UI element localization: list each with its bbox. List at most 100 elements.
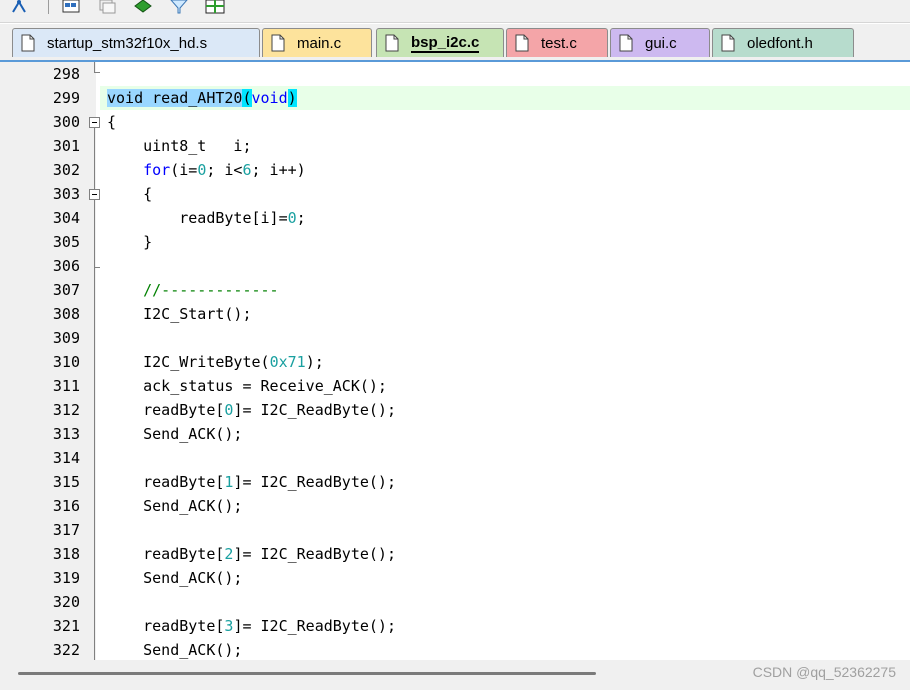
code-line: readByte[2]= I2C_ReadByte(); xyxy=(107,542,396,566)
tab-test-c[interactable]: test.c xyxy=(506,28,608,57)
fold-toggle[interactable] xyxy=(89,189,100,200)
bracket-highlight: ( xyxy=(242,89,252,107)
line-number: 311 xyxy=(52,377,80,395)
code-line: { xyxy=(107,185,153,203)
tab-label: bsp_i2c.c xyxy=(411,33,480,53)
tab-startup-stm32f10x-hd-s[interactable]: startup_stm32f10x_hd.s xyxy=(12,28,260,57)
code-text: readByte[i]= xyxy=(107,209,288,227)
hierarchy-icon[interactable] xyxy=(8,0,30,14)
tab-label: test.c xyxy=(541,34,577,52)
file-icon xyxy=(619,34,633,52)
line-number: 309 xyxy=(52,329,80,347)
line-number: 320 xyxy=(52,593,80,611)
fold-line xyxy=(94,588,95,660)
line-number: 300 xyxy=(52,113,80,131)
line-number: 298 xyxy=(52,65,80,83)
code-text: ]= I2C_ReadByte(); xyxy=(233,401,396,419)
code-text: I2C_WriteByte( xyxy=(107,353,270,371)
watermark: CSDN @qq_52362275 xyxy=(752,664,896,680)
file-icon xyxy=(385,34,399,52)
code-editor[interactable]: 298 299 300 301 302 303 304 305 306 307 … xyxy=(0,62,910,660)
line-number: 299 xyxy=(52,89,80,107)
line-number: 321 xyxy=(52,617,80,635)
file-icon xyxy=(271,34,285,52)
bottom-bar: CSDN @qq_52362275 xyxy=(0,660,910,690)
line-number: 315 xyxy=(52,473,80,491)
code-text: ); xyxy=(305,353,324,371)
line-number: 301 xyxy=(52,137,80,155)
toolbar-separator xyxy=(48,0,49,14)
line-number: 303 xyxy=(52,185,80,203)
filter-icon[interactable] xyxy=(168,0,190,14)
line-number: 306 xyxy=(52,257,80,275)
code-line: I2C_WriteByte(0x71); xyxy=(107,350,324,374)
file-tab-bar: startup_stm32f10x_hd.s main.c bsp_i2c.c … xyxy=(0,24,910,62)
line-number: 310 xyxy=(52,353,80,371)
code-line: ack_status = Receive_ACK(); xyxy=(107,377,387,395)
file-icon xyxy=(721,34,735,52)
diamond-icon[interactable] xyxy=(132,0,154,14)
code-line: readByte[i]=0; xyxy=(107,206,306,230)
code-line: I2C_Start(); xyxy=(107,305,252,323)
line-number: 313 xyxy=(52,425,80,443)
number-literal: 6 xyxy=(242,161,252,179)
fold-end xyxy=(94,267,100,268)
fold-toggle[interactable] xyxy=(89,117,100,128)
toolbar xyxy=(0,0,910,23)
keyword: void xyxy=(251,89,288,107)
code-line: uint8_t i; xyxy=(107,137,252,155)
line-number: 316 xyxy=(52,497,80,515)
line-number: 319 xyxy=(52,569,80,587)
code-text: readByte[ xyxy=(107,617,225,635)
line-number: 305 xyxy=(52,233,80,251)
line-number: 322 xyxy=(52,641,80,659)
tab-oledfont-h[interactable]: oledfont.h xyxy=(712,28,854,57)
code-text: ; xyxy=(296,209,306,227)
tab-label: oledfont.h xyxy=(747,34,813,52)
code-text: ]= I2C_ReadByte(); xyxy=(233,545,396,563)
tab-gui-c[interactable]: gui.c xyxy=(610,28,710,57)
code-text: ]= I2C_ReadByte(); xyxy=(233,617,396,635)
number-literal: 0 xyxy=(197,161,207,179)
grid-icon[interactable] xyxy=(204,0,226,14)
bracket-highlight: ) xyxy=(287,89,297,107)
code-line: Send_ACK(); xyxy=(107,641,243,659)
tab-label: main.c xyxy=(297,34,342,52)
code-text: ; i++) xyxy=(251,161,306,179)
code-text: (i= xyxy=(170,161,198,179)
window-icon[interactable] xyxy=(60,0,82,14)
code-text: readByte[ xyxy=(107,473,225,491)
file-icon xyxy=(21,34,35,52)
code-line: readByte[0]= I2C_ReadByte(); xyxy=(107,398,396,422)
code-line: } xyxy=(107,233,153,251)
selected-text: void read_AHT20 xyxy=(107,89,243,107)
tab-label: startup_stm32f10x_hd.s xyxy=(47,34,208,52)
code-line: Send_ACK(); xyxy=(107,569,243,587)
code-line: for(i=0; i<6; i++) xyxy=(107,158,306,182)
fold-line xyxy=(94,62,95,72)
number-literal: 0x71 xyxy=(269,353,306,371)
code-line: Send_ACK(); xyxy=(107,425,243,443)
line-number: 307 xyxy=(52,281,80,299)
code-text: readByte[ xyxy=(107,401,225,419)
line-number: 318 xyxy=(52,545,80,563)
line-number: 314 xyxy=(52,449,80,467)
tab-bsp-i2c-c[interactable]: bsp_i2c.c xyxy=(376,28,504,57)
code-text: ]= I2C_ReadByte(); xyxy=(233,473,396,491)
tab-main-c[interactable]: main.c xyxy=(262,28,372,57)
line-number: 304 xyxy=(52,209,80,227)
code-text: readByte[ xyxy=(107,545,225,563)
number-literal: 0 xyxy=(287,209,297,227)
line-number: 308 xyxy=(52,305,80,323)
fold-end xyxy=(94,72,100,73)
code-line: readByte[1]= I2C_ReadByte(); xyxy=(107,470,396,494)
code-text: ; i< xyxy=(206,161,243,179)
horizontal-scrollbar[interactable] xyxy=(18,672,596,675)
code-line: { xyxy=(107,113,117,131)
tab-label: gui.c xyxy=(645,34,677,52)
code-line: Send_ACK(); xyxy=(107,497,243,515)
code-line: //------------- xyxy=(107,278,278,302)
line-number: 302 xyxy=(52,161,80,179)
file-icon xyxy=(515,34,529,52)
copy-icon[interactable] xyxy=(96,0,118,14)
